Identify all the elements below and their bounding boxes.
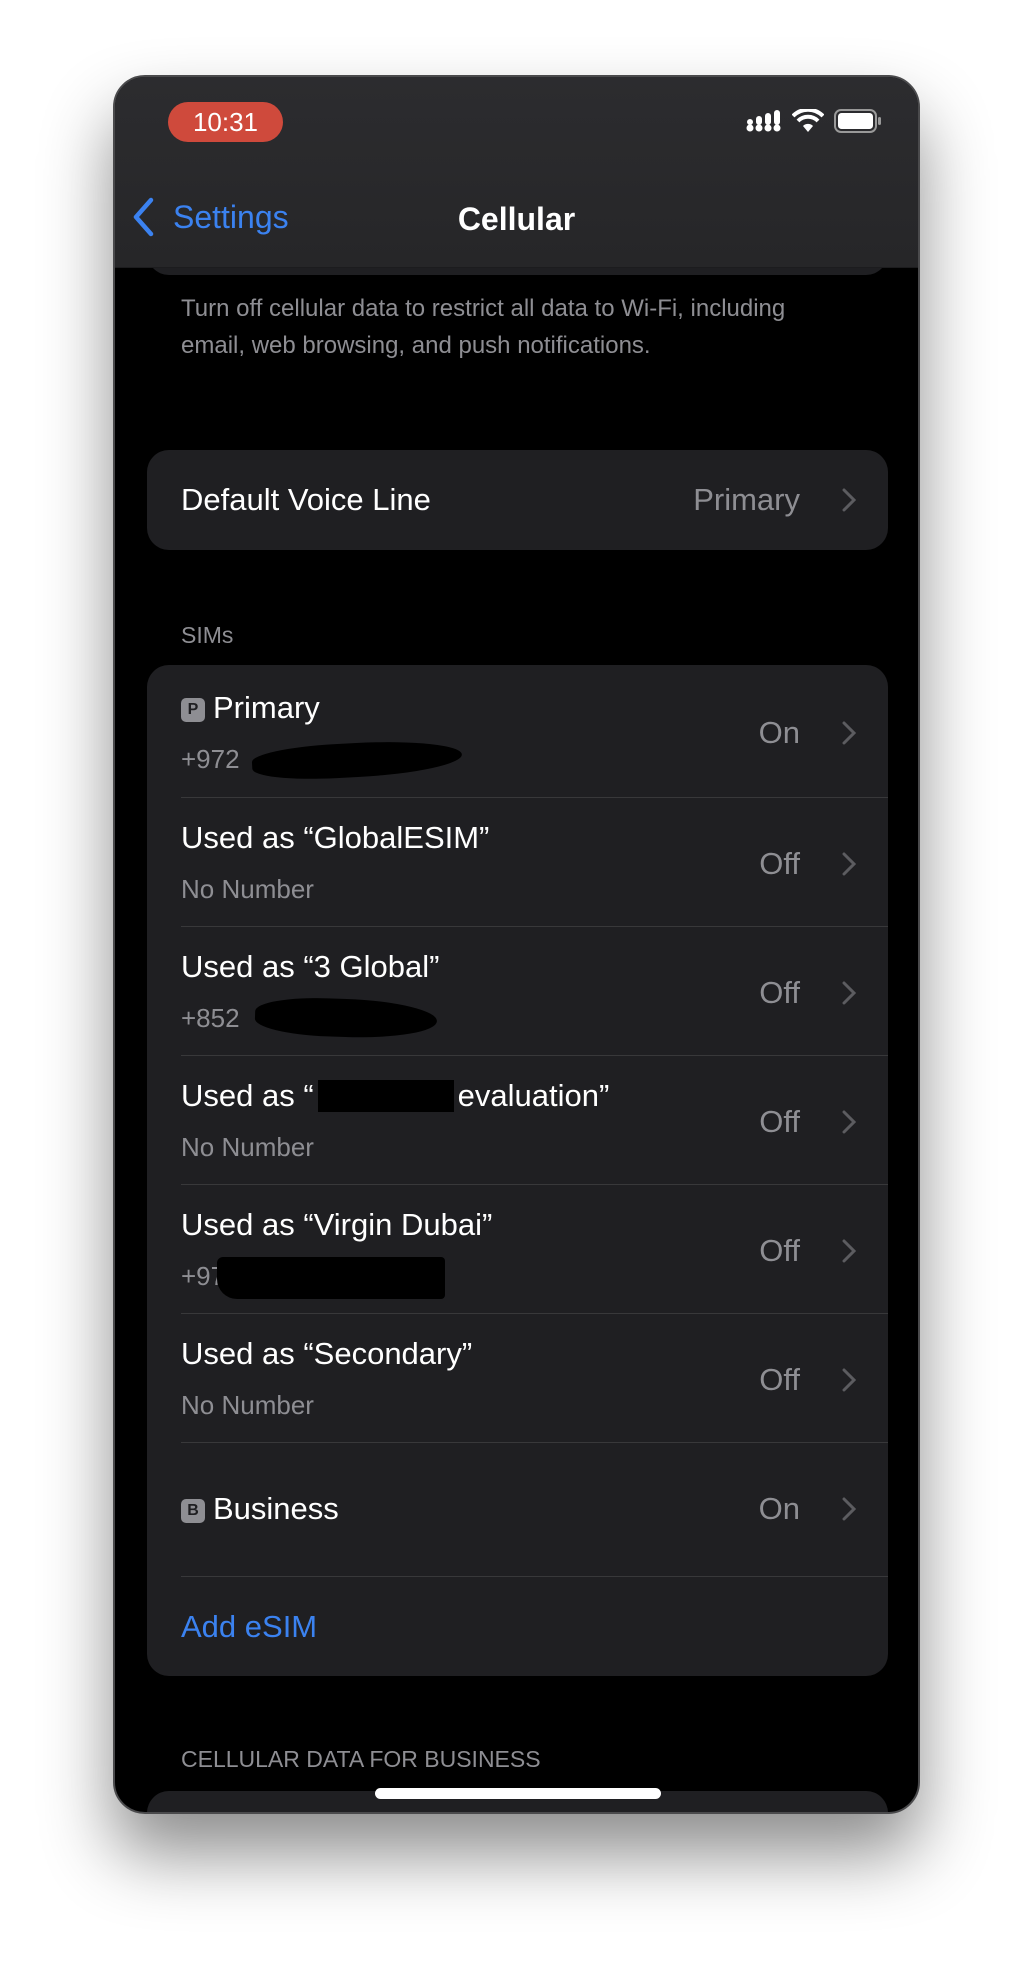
chevron-right-icon (842, 852, 856, 876)
sim-label: Primary (213, 690, 320, 725)
sim-status: On (758, 1491, 800, 1526)
redaction (254, 995, 438, 1041)
sim-label-prefix: Used as “ (181, 1078, 314, 1113)
sim-badge-p: P (181, 698, 205, 722)
business-data-header: CELLULAR DATA FOR BUSINESS (181, 1746, 541, 1772)
chevron-right-icon (842, 1497, 856, 1521)
add-esim-button[interactable]: Add eSIM (147, 1577, 888, 1676)
chevron-right-icon (842, 1110, 856, 1134)
sim-row-secondary[interactable]: Used as “Secondary” No Number Off (147, 1314, 888, 1443)
navigation-bar: 10:31 Settings Cellular (115, 77, 918, 268)
default-voice-line-value: Primary (693, 482, 800, 517)
home-indicator[interactable] (375, 1788, 661, 1799)
sims-header: SIMs (181, 622, 234, 648)
sim-status: Off (759, 1233, 800, 1268)
sim-status: Off (759, 846, 800, 881)
redaction (251, 737, 463, 783)
sim-row-primary[interactable]: P Primary +972 On (147, 665, 888, 798)
sim-number: No Number (181, 1390, 314, 1420)
cellular-data-footer: Turn off cellular data to restrict all d… (181, 295, 786, 359)
chevron-right-icon (842, 981, 856, 1005)
status-time: 10:31 (168, 102, 283, 142)
sim-row-3-global[interactable]: Used as “3 Global” +852 Off (147, 927, 888, 1056)
default-voice-line-row[interactable]: Default Voice Line Primary (147, 450, 888, 550)
chevron-right-icon (842, 488, 856, 512)
sim-row-business[interactable]: B Business On (147, 1443, 888, 1577)
phone-screen: 10:31 Settings Cellular Turn off cellula… (113, 75, 920, 1814)
signal-icon (746, 110, 781, 132)
sim-number: No Number (181, 1132, 314, 1162)
chevron-right-icon (842, 1239, 856, 1263)
chevron-right-icon (842, 721, 856, 745)
sim-row-evaluation[interactable]: Used as “ evaluation” No Number Off (147, 1056, 888, 1185)
sim-number: +972 (181, 744, 240, 774)
redaction (317, 1080, 454, 1112)
sim-label: Business (213, 1491, 339, 1526)
default-voice-line-label: Default Voice Line (181, 482, 431, 517)
sim-label: Used as “GlobalESIM” (181, 820, 490, 855)
page-title: Cellular (457, 201, 576, 237)
redaction (217, 1257, 445, 1299)
status-icons (746, 109, 882, 133)
add-esim-label: Add eSIM (181, 1609, 318, 1644)
sim-row-globalesim[interactable]: Used as “GlobalESIM” No Number Off (147, 798, 888, 927)
sims-list: P Primary +972 On Used as “GlobalESIM” No… (147, 665, 888, 1676)
sim-label: Used as “3 Global” (181, 949, 440, 984)
sim-label-suffix: evaluation” (457, 1078, 610, 1113)
sim-badge-b: B (181, 1499, 205, 1523)
sim-label: Used as “Virgin Dubai” (181, 1207, 493, 1242)
sim-row-virgin-dubai[interactable]: Used as “Virgin Dubai” +971 Off (147, 1185, 888, 1314)
sim-status: Off (759, 1104, 800, 1139)
sim-label: Used as “Secondary” (181, 1336, 473, 1371)
sim-number: No Number (181, 874, 314, 904)
wifi-icon (792, 109, 824, 132)
sim-status: Off (759, 1362, 800, 1397)
sim-number: +852 (181, 1003, 240, 1033)
chevron-right-icon (842, 1368, 856, 1392)
sim-status: Off (759, 975, 800, 1010)
sim-status: On (758, 715, 800, 750)
battery-icon (834, 109, 881, 133)
